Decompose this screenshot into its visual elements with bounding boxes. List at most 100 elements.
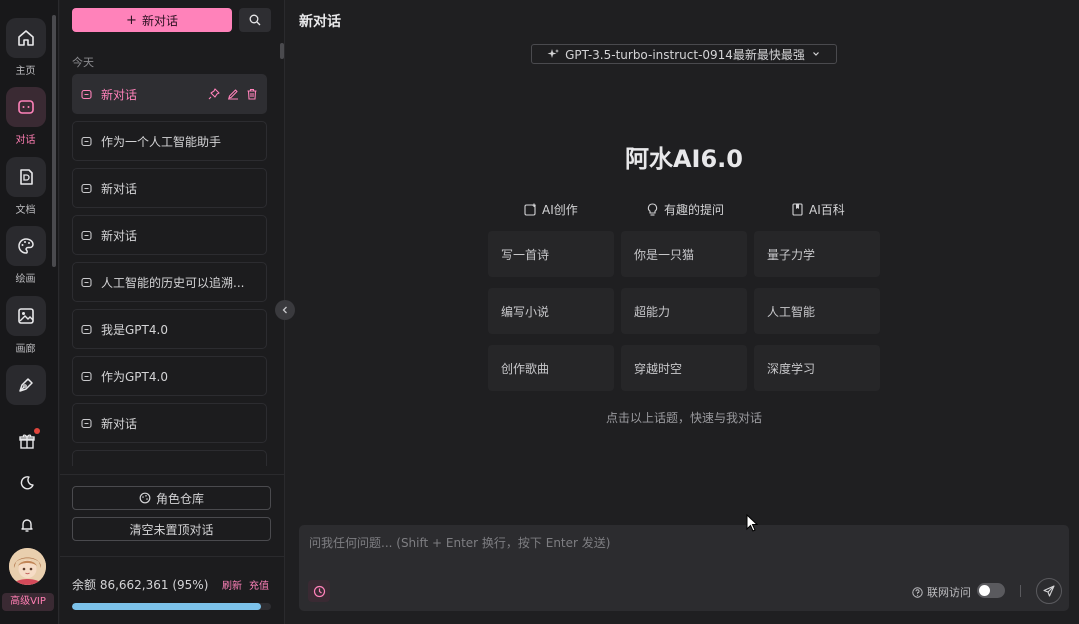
icon-rail: 主页 对话 文档 绘画 画廊 高级VIP bbox=[0, 0, 59, 624]
conversation-title: 人工智能的历史可以追溯... bbox=[101, 275, 245, 290]
topic-tile[interactable]: 你是一只猫 bbox=[621, 231, 747, 277]
sparkle-icon bbox=[547, 49, 560, 58]
topic-tile[interactable]: 创作歌曲 bbox=[488, 345, 614, 391]
edit-icon[interactable] bbox=[227, 88, 239, 100]
conversation-title: 我是GPT4.0 bbox=[101, 322, 168, 337]
avatar-image bbox=[9, 548, 46, 585]
category-fun-questions[interactable]: 有趣的提问 bbox=[646, 201, 724, 218]
paint-tile bbox=[5, 226, 46, 266]
docs-tile bbox=[5, 157, 46, 197]
home-icon bbox=[17, 30, 34, 46]
delete-icon[interactable] bbox=[246, 88, 258, 100]
chat-input[interactable] bbox=[299, 525, 1069, 575]
rail-label-gallery: 画廊 bbox=[15, 344, 36, 355]
pen-tile bbox=[5, 365, 46, 405]
help-circle-icon bbox=[912, 586, 923, 598]
topic-tile[interactable]: 人工智能 bbox=[754, 288, 880, 334]
book-icon bbox=[792, 203, 803, 216]
conversation-item[interactable]: 人工智能的历史可以追溯... bbox=[72, 262, 267, 302]
balance-progress-bar bbox=[72, 603, 271, 610]
conversation-item-partial[interactable] bbox=[72, 450, 267, 466]
refresh-link[interactable]: 刷新 bbox=[222, 577, 242, 592]
collapse-panel-button[interactable] bbox=[275, 300, 295, 320]
clear-unpinned-button[interactable]: 清空未置顶对话 bbox=[72, 517, 271, 541]
rail-item-docs[interactable]: 文档 bbox=[5, 157, 46, 216]
lightbulb-icon bbox=[647, 203, 658, 216]
page-title: 新对话 bbox=[299, 14, 341, 30]
conversation-title: 新对话 bbox=[101, 416, 138, 431]
web-access-label: 联网访问 bbox=[927, 586, 971, 599]
chat-bubble-icon bbox=[81, 370, 93, 382]
chat-icon bbox=[17, 100, 34, 114]
history-icon bbox=[313, 585, 325, 597]
panel-divider bbox=[60, 474, 284, 475]
chat-bubble-icon bbox=[81, 135, 93, 147]
conversation-title: 新对话 bbox=[101, 87, 138, 102]
model-name: GPT-3.5-turbo-instruct-0914最新最快最强 bbox=[565, 47, 805, 62]
category-label: AI创作 bbox=[542, 203, 578, 217]
web-access-toggle[interactable] bbox=[977, 583, 1005, 598]
history-button[interactable] bbox=[308, 580, 330, 602]
topic-tile[interactable]: 穿越时空 bbox=[621, 345, 747, 391]
send-button[interactable] bbox=[1036, 578, 1062, 604]
topic-tile[interactable]: 量子力学 bbox=[754, 231, 880, 277]
rail-item-home[interactable]: 主页 bbox=[5, 18, 46, 77]
rail-scrollbar[interactable] bbox=[52, 15, 56, 267]
balance-progress-fill bbox=[72, 603, 262, 610]
topic-tile[interactable]: 编写小说 bbox=[488, 288, 614, 334]
gift-button[interactable] bbox=[14, 428, 40, 454]
chat-bubble-icon bbox=[81, 276, 93, 288]
search-button[interactable] bbox=[239, 8, 271, 32]
divider bbox=[1020, 585, 1021, 597]
chat-tile bbox=[5, 87, 46, 127]
mouse-cursor-icon bbox=[746, 514, 758, 532]
hero-title: 阿水AI6.0 bbox=[624, 145, 744, 173]
conversation-item[interactable]: 作为一个人工智能助手 bbox=[72, 121, 267, 161]
avatar[interactable] bbox=[9, 548, 46, 585]
conversation-item[interactable]: 新对话 bbox=[72, 215, 267, 255]
conversation-list: 新对话 作为一个人工智能助手 新对话 新对话 人工智能的历史可以追溯... 我是… bbox=[72, 74, 267, 466]
rail-item-chat[interactable]: 对话 bbox=[5, 87, 46, 146]
conversation-item[interactable]: 新对话 bbox=[72, 403, 267, 443]
category-ai-encyclopedia[interactable]: AI百科 bbox=[791, 201, 845, 218]
chat-bubble-icon bbox=[81, 229, 93, 241]
topic-tile[interactable]: 写一首诗 bbox=[488, 231, 614, 277]
rail-label-chat: 对话 bbox=[15, 135, 36, 146]
rail-item-pen[interactable] bbox=[5, 365, 46, 405]
conversation-title: 作为一个人工智能助手 bbox=[101, 134, 222, 149]
chat-bubble-icon bbox=[81, 182, 93, 194]
conversation-actions bbox=[208, 88, 258, 100]
rail-item-gallery[interactable]: 画廊 bbox=[5, 296, 46, 355]
topic-tile[interactable]: 深度学习 bbox=[754, 345, 880, 391]
role-store-button[interactable]: 角色仓库 bbox=[72, 486, 271, 510]
conversation-item[interactable]: 作为GPT4.0 bbox=[72, 356, 267, 396]
chat-bubble-icon bbox=[81, 88, 93, 100]
role-store-label: 角色仓库 bbox=[155, 491, 204, 506]
pin-icon[interactable] bbox=[208, 88, 220, 100]
topic-tile[interactable]: 超能力 bbox=[621, 288, 747, 334]
gallery-tile bbox=[5, 296, 46, 336]
document-icon bbox=[19, 169, 33, 185]
new-chat-label: 新对话 bbox=[141, 13, 178, 28]
notifications-button[interactable] bbox=[14, 512, 40, 538]
theme-toggle-button[interactable] bbox=[14, 470, 40, 496]
panel-scrollbar[interactable] bbox=[280, 43, 284, 59]
category-ai-create[interactable]: AI创作 bbox=[524, 201, 578, 218]
conversation-item[interactable]: 我是GPT4.0 bbox=[72, 309, 267, 349]
model-selector[interactable]: GPT-3.5-turbo-instruct-0914最新最快最强 bbox=[531, 44, 837, 64]
topic-grid: 写一首诗 你是一只猫 量子力学 编写小说 超能力 人工智能 创作歌曲 穿越时空 … bbox=[488, 231, 880, 391]
new-chat-button[interactable]: + 新对话 bbox=[72, 8, 232, 32]
conversation-item[interactable]: 新对话 bbox=[72, 168, 267, 208]
conversation-title: 新对话 bbox=[101, 228, 138, 243]
chat-bubble-icon bbox=[81, 323, 93, 335]
rail-item-paint[interactable]: 绘画 bbox=[5, 226, 46, 285]
edit-square-icon bbox=[524, 203, 536, 216]
pen-tool-icon bbox=[18, 378, 33, 392]
rail-label-docs: 文档 bbox=[15, 205, 36, 216]
panel-divider bbox=[60, 556, 284, 557]
vip-badge[interactable]: 高级VIP bbox=[2, 593, 54, 611]
rail-label-paint: 绘画 bbox=[15, 274, 36, 285]
conversation-item[interactable]: 新对话 bbox=[72, 74, 267, 114]
section-label-today: 今天 bbox=[72, 56, 94, 69]
recharge-link[interactable]: 充值 bbox=[249, 577, 269, 592]
